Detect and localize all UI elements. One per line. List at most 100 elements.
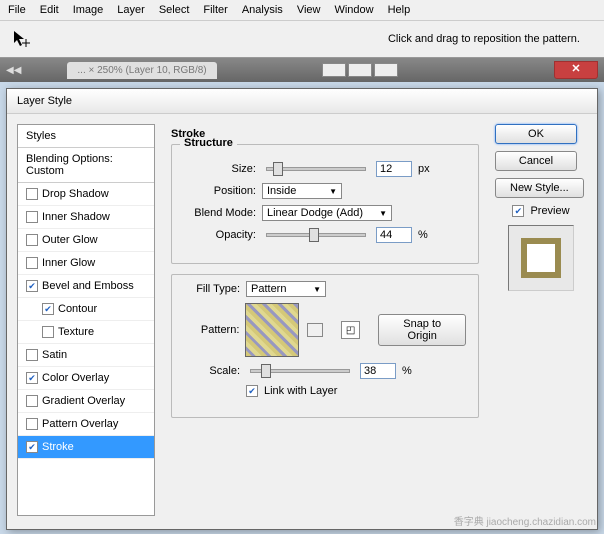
toolbar-hint: Click and drag to reposition the pattern… xyxy=(388,33,580,45)
new-preset-icon[interactable]: ◰ xyxy=(341,321,361,339)
watermark: 香字典 jiaocheng.chazidian.com xyxy=(454,513,596,528)
window-maximize-icon[interactable] xyxy=(348,63,372,77)
effect-row-contour[interactable]: ✔ Contour xyxy=(18,298,154,321)
effect-checkbox[interactable] xyxy=(26,257,38,269)
size-input[interactable] xyxy=(376,161,412,177)
effect-label: Inner Glow xyxy=(42,257,95,269)
preview-checkbox[interactable]: ✔ xyxy=(512,205,524,217)
menu-layer[interactable]: Layer xyxy=(117,4,145,16)
link-with-layer-checkbox[interactable]: ✔ xyxy=(246,385,258,397)
scale-input[interactable] xyxy=(360,363,396,379)
new-style-button[interactable]: New Style... xyxy=(495,178,584,198)
scale-slider[interactable] xyxy=(250,369,350,373)
cancel-button[interactable]: Cancel xyxy=(495,151,577,171)
effect-label: Texture xyxy=(58,326,94,338)
effect-row-satin[interactable]: Satin xyxy=(18,344,154,367)
effect-checkbox[interactable] xyxy=(26,211,38,223)
scale-unit: % xyxy=(402,365,412,377)
effect-label: Inner Shadow xyxy=(42,211,110,223)
link-with-layer-label: Link with Layer xyxy=(264,385,337,397)
effect-checkbox[interactable] xyxy=(26,349,38,361)
effect-checkbox[interactable]: ✔ xyxy=(26,280,38,292)
dialog-buttons: OK Cancel New Style... ✔ Preview xyxy=(495,124,587,516)
position-label: Position: xyxy=(184,185,256,197)
menu-help[interactable]: Help xyxy=(388,4,411,16)
chevron-down-icon: ▼ xyxy=(329,187,337,196)
effect-row-stroke[interactable]: ✔ Stroke xyxy=(18,436,154,459)
styles-header[interactable]: Styles xyxy=(18,125,154,148)
pattern-picker-button[interactable] xyxy=(307,323,323,337)
effect-row-bevel-and-emboss[interactable]: ✔ Bevel and Emboss xyxy=(18,275,154,298)
opacity-unit: % xyxy=(418,229,428,241)
filltype-label: Fill Type: xyxy=(184,283,240,295)
window-minimize-icon[interactable] xyxy=(322,63,346,77)
effect-row-texture[interactable]: Texture xyxy=(18,321,154,344)
effect-checkbox[interactable]: ✔ xyxy=(42,303,54,315)
effect-checkbox[interactable]: ✔ xyxy=(26,441,38,453)
filltype-combo[interactable]: Pattern▼ xyxy=(246,281,326,297)
menu-analysis[interactable]: Analysis xyxy=(242,4,283,16)
effect-label: Outer Glow xyxy=(42,234,98,246)
preview-label: Preview xyxy=(530,205,569,217)
effect-checkbox[interactable] xyxy=(42,326,54,338)
options-bar: Click and drag to reposition the pattern… xyxy=(0,21,604,58)
effect-row-color-overlay[interactable]: ✔ Color Overlay xyxy=(18,367,154,390)
effect-label: Drop Shadow xyxy=(42,188,109,200)
effect-label: Stroke xyxy=(42,441,74,453)
move-tool-icon[interactable] xyxy=(12,29,36,49)
effect-checkbox[interactable] xyxy=(26,418,38,430)
document-tab[interactable]: ... × 250% (Layer 10, RGB/8) xyxy=(67,62,216,79)
menu-select[interactable]: Select xyxy=(159,4,190,16)
chevron-down-icon: ▼ xyxy=(313,285,321,294)
pattern-label: Pattern: xyxy=(184,324,239,336)
opacity-input[interactable] xyxy=(376,227,412,243)
menu-image[interactable]: Image xyxy=(73,4,104,16)
effect-label: Contour xyxy=(58,303,97,315)
styles-list: Styles Blending Options: Custom Drop Sha… xyxy=(17,124,155,516)
panel-close-button[interactable]: ✕ xyxy=(554,61,598,79)
effect-row-inner-glow[interactable]: Inner Glow xyxy=(18,252,154,275)
opacity-label: Opacity: xyxy=(184,229,256,241)
ok-button[interactable]: OK xyxy=(495,124,577,144)
menu-bar: File Edit Image Layer Select Filter Anal… xyxy=(0,0,604,21)
opacity-slider[interactable] xyxy=(266,233,366,237)
document-tab-bar: ◀◀ ... × 250% (Layer 10, RGB/8) ✕ xyxy=(0,58,604,82)
structure-group: Structure Size: px Position: Inside▼ Ble… xyxy=(171,144,479,264)
dialog-title: Layer Style xyxy=(7,89,597,114)
menu-edit[interactable]: Edit xyxy=(40,4,59,16)
layer-style-dialog: Layer Style Styles Blending Options: Cus… xyxy=(6,88,598,530)
effect-label: Gradient Overlay xyxy=(42,395,125,407)
effect-row-pattern-overlay[interactable]: Pattern Overlay xyxy=(18,413,154,436)
size-unit: px xyxy=(418,163,430,175)
menu-file[interactable]: File xyxy=(8,4,26,16)
pattern-swatch[interactable] xyxy=(245,303,298,357)
effect-row-drop-shadow[interactable]: Drop Shadow xyxy=(18,183,154,206)
blendmode-label: Blend Mode: xyxy=(184,207,256,219)
effect-label: Color Overlay xyxy=(42,372,109,384)
snap-to-origin-button[interactable]: Snap to Origin xyxy=(378,314,466,346)
stroke-panel: Stroke Structure Size: px Position: Insi… xyxy=(163,124,487,516)
effect-row-gradient-overlay[interactable]: Gradient Overlay xyxy=(18,390,154,413)
effect-checkbox[interactable] xyxy=(26,395,38,407)
blending-options-row[interactable]: Blending Options: Custom xyxy=(18,148,154,183)
fill-group: Fill Type: Pattern▼ Pattern: ◰ Snap to O… xyxy=(171,274,479,418)
menu-view[interactable]: View xyxy=(297,4,321,16)
effect-checkbox[interactable] xyxy=(26,234,38,246)
blendmode-combo[interactable]: Linear Dodge (Add)▼ xyxy=(262,205,392,221)
position-combo[interactable]: Inside▼ xyxy=(262,183,342,199)
menu-filter[interactable]: Filter xyxy=(203,4,227,16)
scale-label: Scale: xyxy=(184,365,240,377)
effect-label: Pattern Overlay xyxy=(42,418,118,430)
effect-row-inner-shadow[interactable]: Inner Shadow xyxy=(18,206,154,229)
effect-label: Bevel and Emboss xyxy=(42,280,134,292)
preview-thumbnail xyxy=(508,225,574,291)
menu-window[interactable]: Window xyxy=(334,4,373,16)
size-label: Size: xyxy=(184,163,256,175)
effect-checkbox[interactable] xyxy=(26,188,38,200)
structure-title: Structure xyxy=(180,137,237,149)
tab-scroll-left-icon[interactable]: ◀◀ xyxy=(6,65,21,76)
size-slider[interactable] xyxy=(266,167,366,171)
window-close-icon[interactable] xyxy=(374,63,398,77)
effect-row-outer-glow[interactable]: Outer Glow xyxy=(18,229,154,252)
effect-checkbox[interactable]: ✔ xyxy=(26,372,38,384)
